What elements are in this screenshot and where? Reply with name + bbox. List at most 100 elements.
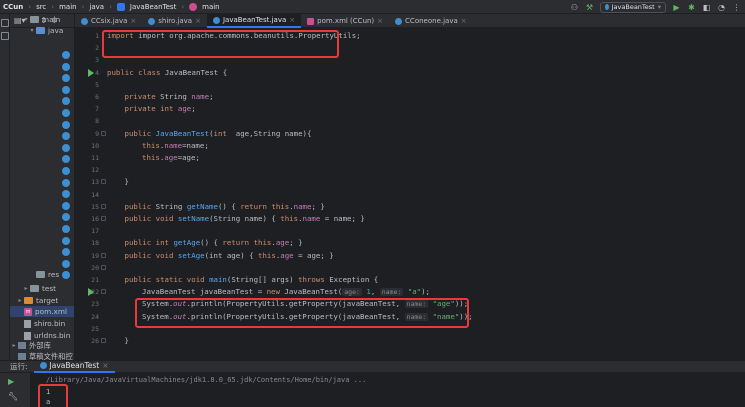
tree-item[interactable]: ▸ target [10, 295, 58, 306]
close-icon[interactable]: × [377, 17, 383, 25]
class-file-icon[interactable] [62, 225, 70, 233]
tree-item[interactable]: shiro.bin [10, 318, 65, 329]
code-token: main [209, 275, 227, 284]
close-icon[interactable]: × [102, 361, 108, 370]
tree-item[interactable]: ▸ test [10, 283, 56, 294]
code-token: } [124, 177, 129, 187]
tree-item-label: shiro.bin [34, 319, 66, 328]
fold-icon[interactable] [101, 338, 106, 343]
chevron-right-icon[interactable]: ▸ [16, 297, 24, 304]
tree-item[interactable]: ▾ main [10, 14, 60, 25]
tree-item[interactable]: m pom.xml [10, 306, 74, 317]
class-file-icon[interactable] [62, 132, 70, 141]
breadcrumb-main[interactable]: main [59, 3, 77, 11]
close-icon[interactable]: × [461, 17, 467, 25]
tree-item[interactable]: 草稿文件和控 [10, 351, 73, 360]
class-file-icon[interactable] [62, 51, 70, 59]
user-icon[interactable]: ⚇ [570, 3, 579, 12]
class-file-icon[interactable] [62, 62, 70, 71]
close-icon[interactable]: × [130, 17, 136, 25]
class-file-icon[interactable] [62, 236, 70, 245]
class-file-icon[interactable] [62, 143, 70, 152]
code-editor[interactable]: 1 2 3 4 5 6 7 8 9 10 11 12 13 14 15 16 17 18 19 20 21 22 23 24 2… [75, 28, 745, 360]
tree-item[interactable]: res [10, 269, 59, 280]
run-icon[interactable]: ▶ [672, 3, 681, 12]
coverage-icon[interactable]: ◧ [702, 3, 711, 12]
code-token: public [124, 250, 152, 260]
code-token: Exception { [324, 275, 379, 284]
project-tool-icon[interactable] [1, 19, 9, 27]
chevron-right-icon[interactable]: ▸ [10, 342, 18, 349]
class-file-icon[interactable] [62, 201, 70, 210]
code-token: private [124, 92, 156, 101]
tree-item[interactable]: ▾ java [10, 25, 63, 36]
code-token: =age; [177, 153, 200, 162]
breadcrumb-java[interactable]: java [89, 3, 104, 11]
class-file-icon[interactable] [62, 74, 70, 83]
run-gutter-icon[interactable] [88, 68, 94, 77]
chevron-down-icon[interactable]: ▾ [28, 27, 36, 34]
line-number: 13 [91, 178, 99, 187]
code-token: , [370, 287, 380, 297]
line-number: 17 [91, 227, 99, 236]
run-gutter-icon[interactable] [88, 288, 94, 297]
hammer-icon[interactable]: ⚒ [585, 3, 594, 12]
fold-icon[interactable] [101, 252, 106, 258]
breadcrumb-src[interactable]: src [36, 3, 46, 11]
chevron-right-icon[interactable]: ▸ [22, 285, 30, 292]
code-token: this [142, 140, 160, 150]
editor-tab[interactable]: CCsix.java × [75, 14, 142, 28]
tree-item[interactable]: ▸ 外部库 [10, 340, 50, 351]
breadcrumb-method[interactable]: main [202, 3, 220, 11]
profile-icon[interactable]: ◔ [717, 3, 726, 12]
fold-icon[interactable] [101, 203, 106, 209]
class-file-icon[interactable] [62, 271, 70, 280]
more-icon[interactable]: ⋮ [732, 3, 741, 12]
code-line: this.age=age; [142, 152, 200, 164]
class-file-icon[interactable] [62, 178, 70, 187]
class-file-icon[interactable] [62, 190, 70, 199]
code-token: )); [459, 311, 473, 321]
code-line: private String name; [125, 91, 214, 103]
fold-icon[interactable] [101, 179, 106, 185]
code-token: JavaBeanTest [155, 128, 210, 138]
editor-tab[interactable]: pom.xml (CCun) × [301, 14, 389, 28]
class-file-icon[interactable] [62, 97, 70, 106]
editor-tab[interactable]: JavaBeanTest.java × [206, 14, 302, 28]
code-line: public void setName(String name) { this.… [125, 213, 365, 225]
fold-icon[interactable] [101, 130, 106, 136]
console-output[interactable]: /Library/Java/JavaVirtualMachines/jdk1.8… [30, 373, 745, 407]
debug-icon[interactable]: ✱ [687, 3, 696, 12]
structure-tool-icon[interactable] [1, 32, 9, 40]
rerun-icon[interactable]: ▶ [8, 377, 28, 386]
fold-icon[interactable] [101, 264, 106, 270]
code-token: String [155, 92, 192, 101]
editor-tab-label: CConeone.java [405, 17, 458, 25]
editor-tab[interactable]: shiro.java × [142, 14, 207, 28]
breadcrumb-class[interactable]: JavaBeanTest [130, 3, 176, 11]
fold-icon[interactable] [101, 289, 106, 295]
editor-tab[interactable]: CConeone.java × [389, 14, 473, 28]
class-file-icon[interactable] [62, 109, 70, 117]
line-number: 5 [95, 80, 99, 89]
class-file-icon[interactable] [62, 248, 70, 257]
wrench-icon[interactable]: 🔧︎ [8, 392, 28, 401]
class-icon [148, 17, 156, 25]
console-command: /Library/Java/JavaVirtualMachines/jdk1.8… [46, 376, 367, 384]
class-file-icon[interactable] [62, 85, 70, 94]
editor-tab-label: CCsix.java [91, 17, 128, 25]
line-number: 6 [95, 93, 99, 101]
chevron-down-icon[interactable]: ▾ [22, 16, 30, 23]
code-line: public void setAge(int age) { this.age =… [125, 250, 334, 262]
class-file-icon[interactable] [62, 120, 70, 129]
class-file-icon[interactable] [62, 155, 70, 164]
run-tab[interactable]: JavaBeanTest × [33, 361, 115, 373]
breadcrumb-project[interactable]: CCun [3, 3, 23, 11]
class-file-icon[interactable] [62, 259, 70, 268]
close-icon[interactable]: × [195, 17, 201, 25]
class-file-icon[interactable] [62, 213, 70, 222]
close-icon[interactable]: × [289, 16, 295, 24]
class-file-icon[interactable] [62, 167, 70, 175]
fold-icon[interactable] [101, 216, 106, 221]
run-configuration-select[interactable]: JavaBeanTest ▾ [600, 1, 666, 13]
